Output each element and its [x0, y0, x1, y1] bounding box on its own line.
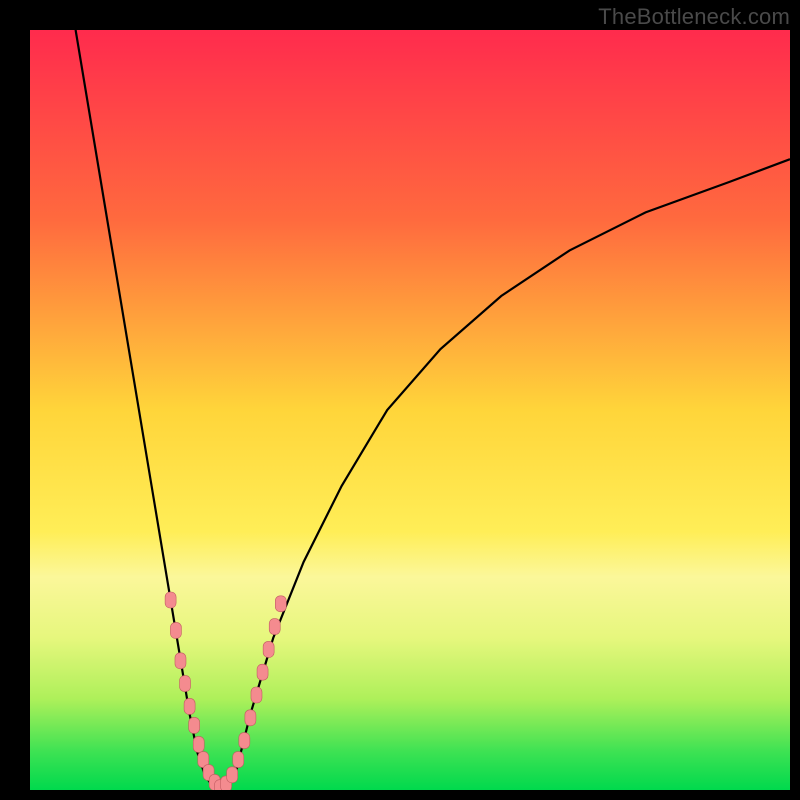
marker-point [269, 619, 280, 635]
marker-point [233, 752, 244, 768]
marker-point [193, 736, 204, 752]
chart-svg [30, 30, 790, 790]
marker-point [170, 622, 181, 638]
marker-point [275, 596, 286, 612]
marker-point [165, 592, 176, 608]
marker-point [263, 641, 274, 657]
marker-point [245, 710, 256, 726]
marker-point [175, 653, 186, 669]
marker-point [180, 676, 191, 692]
chart-frame: TheBottleneck.com [0, 0, 800, 800]
marker-point [227, 767, 238, 783]
gradient-background [30, 30, 790, 790]
marker-point [189, 717, 200, 733]
plot-area [30, 30, 790, 790]
marker-point [184, 698, 195, 714]
marker-point [251, 687, 262, 703]
marker-point [239, 733, 250, 749]
watermark-text: TheBottleneck.com [598, 4, 790, 30]
marker-point [257, 664, 268, 680]
